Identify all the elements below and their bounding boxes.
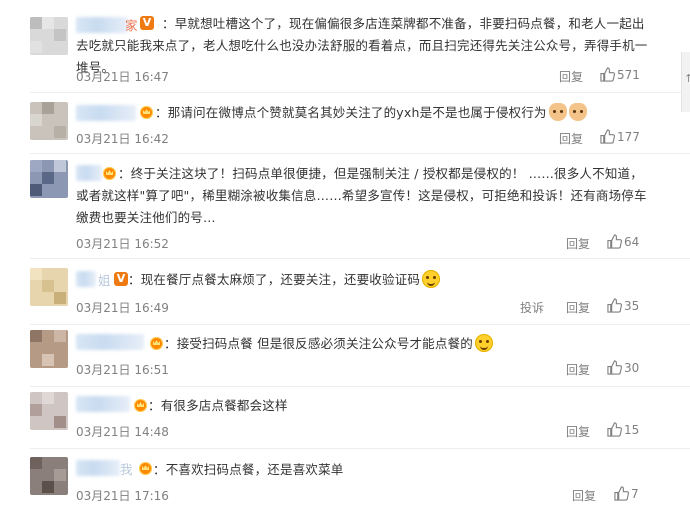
smile-emoji-icon [422, 270, 441, 288]
avatar[interactable] [30, 268, 68, 306]
report-button[interactable]: 投诉 [520, 299, 544, 316]
username[interactable] [76, 105, 136, 121]
comment-item: 家 V ：早就想吐槽这个了，现在偏偏很多店连菜牌都不准备，非要扫码点餐，和老人一… [0, 0, 680, 90]
smile-emoji-icon [474, 334, 493, 352]
cat-emoji-icon [568, 103, 587, 121]
reply-button[interactable]: 回复 [559, 130, 583, 147]
like-count: 7 [631, 487, 639, 501]
username-suffix[interactable]: 姐 [98, 270, 111, 289]
comment-time: 03月21日 16:51 [76, 363, 169, 377]
comment-item: ：接受扫码点餐 但是很反感必须关注公众号才能点餐的 03月21日 16:51 回… [0, 324, 680, 386]
member-crown-icon [139, 462, 152, 475]
like-count: 15 [624, 423, 640, 437]
comment-item: 我 ：不喜欢扫码点餐，还是喜欢菜单 03月21日 17:16 回复 7 [0, 448, 680, 514]
username-suffix[interactable]: 我 [120, 459, 133, 478]
verified-badge-icon: V [114, 272, 128, 286]
username[interactable] [76, 460, 120, 476]
username[interactable] [76, 334, 144, 350]
cat-emoji-icon [548, 103, 567, 121]
reply-button[interactable]: 回复 [572, 487, 596, 504]
like-count: 177 [617, 130, 640, 144]
comment-item: 姐 V ：现在餐厅点餐太麻烦了，还要关注，还要收验证码 03月21日 16:49… [0, 258, 680, 324]
thumbs-up-icon [607, 360, 622, 375]
comment-text: ：接受扫码点餐 但是很反感必须关注公众号才能点餐的 [164, 333, 654, 355]
thumbs-up-icon [600, 129, 615, 144]
comment-text: ：有很多店点餐都会这样 [148, 398, 288, 413]
comment-item: ：有很多店点餐都会这样 03月21日 14:48 回复 15 [0, 386, 680, 448]
reply-button[interactable]: 回复 [566, 361, 590, 378]
comment-time: 03月21日 16:49 [76, 301, 169, 315]
like-count: 35 [624, 299, 640, 313]
member-crown-icon [134, 399, 147, 412]
thumbs-up-icon [614, 486, 629, 501]
avatar[interactable] [30, 392, 68, 430]
thumbs-up-icon [600, 67, 615, 82]
comment-text: ：终于关注这块了！扫码点单很便捷，但是强制关注 / 授权都是侵权的！ ……很多人… [76, 166, 647, 225]
avatar[interactable] [30, 102, 68, 140]
avatar[interactable] [30, 330, 68, 368]
thumbs-up-icon [607, 234, 622, 249]
like-count: 30 [624, 361, 640, 375]
comment-time: 03月21日 16:42 [76, 132, 169, 146]
member-crown-icon [140, 106, 153, 119]
scroll-up-icon[interactable]: ↑ [684, 72, 690, 85]
comment-text: ：现在餐厅点餐太麻烦了，还要关注，还要收验证码 [128, 269, 648, 291]
comment-time: 03月21日 17:16 [76, 489, 169, 503]
comment-item: ：那请问在微博点个赞就莫名其妙关注了的yxh是不是也属于侵权行为 03月21日 … [0, 92, 680, 152]
thumbs-up-icon [607, 298, 622, 313]
comment-text: ：那请问在微博点个赞就莫名其妙关注了的yxh是不是也属于侵权行为 [155, 102, 655, 124]
thumbs-up-icon [607, 422, 622, 437]
username[interactable] [76, 271, 96, 287]
avatar[interactable] [30, 457, 68, 495]
comment-time: 03月21日 14:48 [76, 425, 169, 439]
member-crown-icon [150, 337, 163, 350]
like-count: 64 [624, 235, 640, 249]
reply-button[interactable]: 回复 [559, 68, 583, 85]
reply-button[interactable]: 回复 [566, 299, 590, 316]
comment-time: 03月21日 16:52 [76, 237, 169, 251]
reply-button[interactable]: 回复 [566, 235, 590, 252]
avatar[interactable] [30, 160, 68, 198]
comment-text: ：不喜欢扫码点餐，还是喜欢菜单 [153, 462, 344, 477]
avatar[interactable] [30, 17, 68, 55]
comment-item: ：终于关注这块了！扫码点单很便捷，但是强制关注 / 授权都是侵权的！ ……很多人… [0, 153, 680, 258]
like-count: 571 [617, 68, 640, 82]
username[interactable] [76, 396, 130, 412]
reply-button[interactable]: 回复 [566, 423, 590, 440]
comment-time: 03月21日 16:47 [76, 70, 169, 84]
